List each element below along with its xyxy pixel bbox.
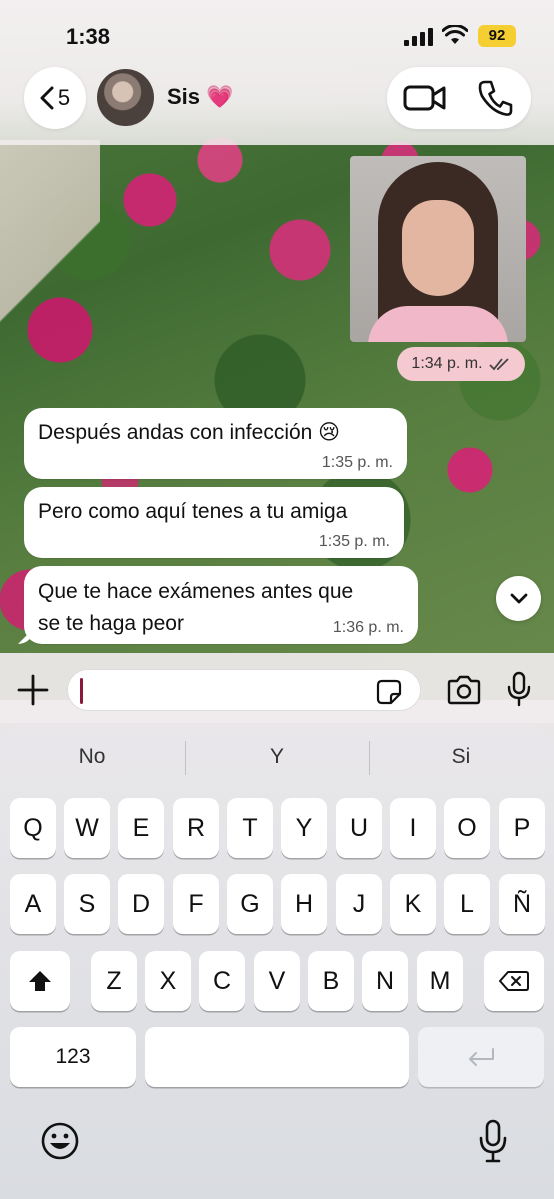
key-q[interactable]: Q	[10, 798, 56, 858]
camera-icon[interactable]	[446, 675, 482, 705]
predictive-text-bar: No Y Si	[0, 723, 554, 793]
photo-face	[402, 200, 474, 296]
message-time: 1:35 p. m.	[318, 533, 390, 550]
key-m[interactable]: M	[417, 951, 463, 1011]
sent-photo-message[interactable]	[350, 156, 526, 342]
double-check-read-icon	[488, 358, 509, 371]
contact-avatar[interactable]	[97, 69, 154, 126]
key-k[interactable]: K	[390, 874, 436, 934]
plus-icon[interactable]	[16, 673, 50, 707]
key-w[interactable]: W	[64, 798, 110, 858]
phone-call-icon[interactable]	[477, 79, 513, 117]
message-text-line-1: Que te hace exámenes antes que	[38, 580, 354, 603]
dictation-microphone-icon[interactable]	[478, 1119, 508, 1163]
shift-arrow-icon	[29, 971, 51, 991]
return-arrow-icon	[469, 1048, 494, 1066]
received-message[interactable]: Que te hace exámenes antes que se te hag…	[18, 566, 418, 644]
on-screen-keyboard: No Y Si Q W E R T Y U I O P A S D F G H …	[0, 723, 554, 1199]
key-f[interactable]: F	[173, 874, 219, 934]
return-key[interactable]	[418, 1027, 544, 1087]
key-s[interactable]: S	[64, 874, 110, 934]
chevron-down-icon	[510, 593, 527, 603]
key-t[interactable]: T	[227, 798, 273, 858]
status-bar: 1:38 92	[0, 0, 554, 70]
key-b[interactable]: B	[308, 951, 354, 1011]
video-call-icon[interactable]	[403, 81, 447, 115]
sticker-icon[interactable]	[376, 679, 402, 705]
photo-timestamp: 1:34 p. m.	[397, 347, 525, 381]
backspace-key[interactable]	[484, 951, 544, 1011]
unread-count: 5	[57, 85, 71, 110]
message-input[interactable]	[67, 669, 421, 711]
key-enye[interactable]: Ñ	[499, 874, 545, 934]
key-n[interactable]: N	[362, 951, 408, 1011]
key-v[interactable]: V	[254, 951, 300, 1011]
message-time: 1:36 p. m.	[332, 619, 404, 636]
message-time: 1:34 p. m.	[411, 355, 483, 372]
chevron-left-icon	[40, 86, 54, 110]
numbers-key[interactable]: 123	[10, 1027, 136, 1087]
wallpaper-shade	[0, 140, 100, 340]
space-key[interactable]	[145, 1027, 409, 1087]
microphone-icon[interactable]	[506, 671, 532, 707]
key-d[interactable]: D	[118, 874, 164, 934]
message-text: Después andas con infección 😢	[38, 421, 341, 444]
cellular-signal-icon	[404, 28, 433, 46]
key-i[interactable]: I	[390, 798, 436, 858]
suggestion-3[interactable]: Si	[369, 745, 553, 769]
call-actions	[387, 67, 531, 129]
emoji-icon[interactable]	[40, 1121, 80, 1161]
received-message[interactable]: Después andas con infección 😢 1:35 p. m.	[24, 408, 407, 479]
key-z[interactable]: Z	[91, 951, 137, 1011]
key-l[interactable]: L	[444, 874, 490, 934]
suggestion-2[interactable]: Y	[185, 745, 369, 769]
key-p[interactable]: P	[499, 798, 545, 858]
chat-header: 1:38 92 5 Sis 💗	[0, 0, 554, 145]
contact-name[interactable]: Sis 💗	[167, 84, 234, 110]
key-a[interactable]: A	[10, 874, 56, 934]
key-u[interactable]: U	[336, 798, 382, 858]
key-o[interactable]: O	[444, 798, 490, 858]
shift-key[interactable]	[10, 951, 70, 1011]
message-composer	[0, 653, 554, 723]
message-text: Pero como aquí tenes a tu amiga	[38, 500, 348, 523]
backspace-icon	[499, 971, 529, 991]
key-y[interactable]: Y	[281, 798, 327, 858]
key-x[interactable]: X	[145, 951, 191, 1011]
key-e[interactable]: E	[118, 798, 164, 858]
text-cursor	[80, 678, 83, 704]
key-g[interactable]: G	[227, 874, 273, 934]
key-h[interactable]: H	[281, 874, 327, 934]
status-time: 1:38	[66, 24, 111, 49]
key-c[interactable]: C	[199, 951, 245, 1011]
received-message[interactable]: Pero como aquí tenes a tu amiga 1:35 p. …	[24, 487, 404, 558]
battery-indicator: 92	[478, 25, 516, 47]
scroll-to-bottom-button[interactable]	[496, 576, 541, 621]
key-j[interactable]: J	[336, 874, 382, 934]
back-button[interactable]: 5	[24, 67, 86, 129]
photo-shirt	[368, 306, 508, 342]
suggestion-1[interactable]: No	[0, 745, 184, 769]
message-time: 1:35 p. m.	[321, 454, 393, 471]
key-r[interactable]: R	[173, 798, 219, 858]
wifi-icon	[442, 25, 468, 44]
